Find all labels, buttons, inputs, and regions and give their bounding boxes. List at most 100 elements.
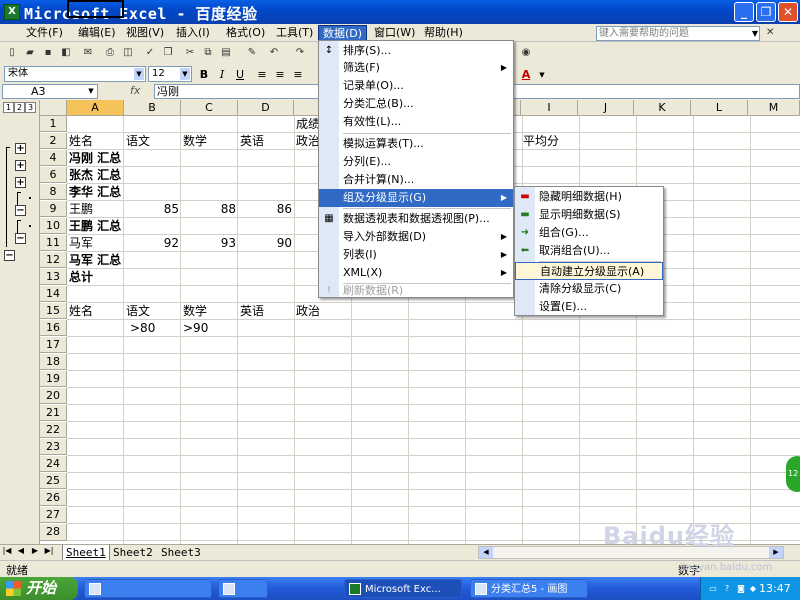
collapse-icon[interactable]: − [15,233,26,244]
sheet-tab-sheet3[interactable]: Sheet3 [158,545,204,560]
cell-a12[interactable]: 马军 汇总 [69,252,121,268]
menu-view[interactable]: 视图(V) [122,25,168,41]
column-header-m[interactable]: M [748,100,800,116]
cell-d11[interactable]: 90 [238,235,292,251]
menu-item-auto-outline[interactable]: 自动建立分级显示(A) [515,262,663,280]
row-header[interactable]: 27 [40,507,67,523]
workbook-close-icon[interactable]: ✕ [766,27,774,38]
expand-icon[interactable]: + [15,177,26,188]
row-header[interactable]: 18 [40,354,67,370]
outline-level-1-button[interactable]: 1 [3,102,14,113]
cell-d9[interactable]: 86 [238,201,292,217]
menu-item-table[interactable]: 模拟运算表(T)... [319,135,513,153]
permission-icon[interactable]: ◧ [58,45,74,61]
cell-b15[interactable]: 语文 [126,303,150,319]
menu-item-import-external[interactable]: 导入外部数据(D) ▶ [319,228,513,246]
floating-help-icon[interactable]: 12 [786,456,800,492]
menu-item-group[interactable]: ➜ 组合(G)... [515,224,663,242]
row-header[interactable]: 16 [40,320,67,336]
column-header-l[interactable]: L [691,100,748,116]
row-header[interactable]: 21 [40,405,67,421]
row-header[interactable]: 2 [40,133,67,149]
cell-e15[interactable]: 政治 [296,303,320,319]
cell-d15[interactable]: 英语 [240,303,264,319]
row-header[interactable]: 25 [40,473,67,489]
cell-d2[interactable]: 英语 [240,133,264,149]
outline-level-3-button[interactable]: 3 [25,102,36,113]
row-header[interactable]: 13 [40,269,67,285]
row-header[interactable]: 17 [40,337,67,353]
security-shield-icon[interactable]: ◆ [747,583,759,594]
menu-item-sort[interactable]: ↕ 排序(S)... [319,42,513,60]
print-icon[interactable]: ⎙ [102,45,118,61]
menu-help[interactable]: 帮助(H) [420,25,467,41]
cell-a15[interactable]: 姓名 [69,303,93,319]
row-header[interactable]: 8 [40,184,67,200]
align-right-icon[interactable]: ≡ [290,66,306,82]
menu-window[interactable]: 窗口(W) [370,25,419,41]
sheet-tab-sheet1[interactable]: Sheet1 [62,545,110,560]
help-tray-icon[interactable]: ? [721,583,733,594]
cell-a4[interactable]: 冯刚 汇总 [69,150,121,166]
cell-c15[interactable]: 数学 [183,303,207,319]
row-header[interactable]: 20 [40,388,67,404]
column-header-b[interactable]: B [124,100,181,116]
menu-item-show-detail[interactable]: ▬ 显示明细数据(S) [515,206,663,224]
outline-level-2-button[interactable]: 2 [14,102,25,113]
row-header[interactable]: 28 [40,524,67,541]
taskbar-item-paint[interactable]: 分类汇总5 - 画图 [470,579,588,598]
column-header-a[interactable]: A [67,100,124,116]
scroll-left-icon[interactable]: ◀ [479,547,493,558]
copy-icon[interactable]: ⧉ [200,45,216,61]
cell-e1[interactable]: 成绩 [296,116,320,132]
row-header[interactable]: 10 [40,218,67,234]
cell-a13[interactable]: 总计 [69,269,93,285]
collapse-icon[interactable]: − [4,250,15,261]
collapse-icon[interactable]: − [15,205,26,216]
align-center-icon[interactable]: ≡ [272,66,288,82]
row-header[interactable]: 11 [40,235,67,251]
row-header[interactable]: 23 [40,439,67,455]
help-search-input[interactable]: 键入需要帮助的问题 [596,26,760,41]
menu-tools[interactable]: 工具(T) [272,25,317,41]
menu-data[interactable]: 数据(D) [318,25,368,41]
insert-function-icon[interactable]: fx [130,84,140,97]
prev-sheet-icon[interactable]: ◀ [16,546,26,555]
menu-item-filter[interactable]: 筛选(F) ▶ [319,59,513,77]
spelling-icon[interactable]: ✓ [142,45,158,61]
row-header[interactable]: 6 [40,167,67,183]
expand-icon[interactable]: + [15,160,26,171]
cell-b9[interactable]: 85 [124,201,179,217]
first-sheet-icon[interactable]: |◀ [2,546,12,555]
column-header-i[interactable]: I [521,100,578,116]
help-toolbar-icon[interactable]: ◉ [518,45,534,61]
menu-item-hide-detail[interactable]: ▬ 隐藏明细数据(H) [515,188,663,206]
font-color-dropdown-icon[interactable]: ▼ [534,66,550,82]
help-dropdown-icon[interactable]: ▼ [750,26,760,41]
start-button[interactable]: 开始 [0,577,78,600]
cell-a11[interactable]: 马军 [69,235,93,251]
menu-item-ungroup[interactable]: ⬅ 取消组合(U)... [515,242,663,260]
print-preview-icon[interactable]: ◫ [120,45,136,61]
cell-a10[interactable]: 王鹏 汇总 [69,218,121,234]
maximize-button[interactable]: ❐ [756,2,776,22]
new-icon[interactable]: ▯ [4,45,20,61]
redo-icon[interactable]: ↷ [292,45,308,61]
cell-b2[interactable]: 语文 [126,133,150,149]
row-header[interactable]: 9 [40,201,67,217]
menu-file[interactable]: 文件(F) [22,25,67,41]
menu-item-consolidate[interactable]: 合并计算(N)... [319,171,513,189]
cell-a2[interactable]: 姓名 [69,133,93,149]
cell-a8[interactable]: 李华 汇总 [69,184,121,200]
menu-item-xml[interactable]: XML(X) ▶ [319,264,513,282]
next-sheet-icon[interactable]: ▶ [30,546,40,555]
row-header[interactable]: 24 [40,456,67,472]
menu-insert[interactable]: 插入(I) [172,25,214,41]
paste-icon[interactable]: ▤ [218,45,234,61]
row-header[interactable]: 19 [40,371,67,387]
font-size-select[interactable]: 12 ▼ [148,66,192,82]
cell-c16[interactable]: >90 [183,320,208,336]
menu-item-validation[interactable]: 有效性(L)... [319,113,513,131]
menu-item-text-to-columns[interactable]: 分列(E)... [319,153,513,171]
row-header[interactable]: 26 [40,490,67,506]
